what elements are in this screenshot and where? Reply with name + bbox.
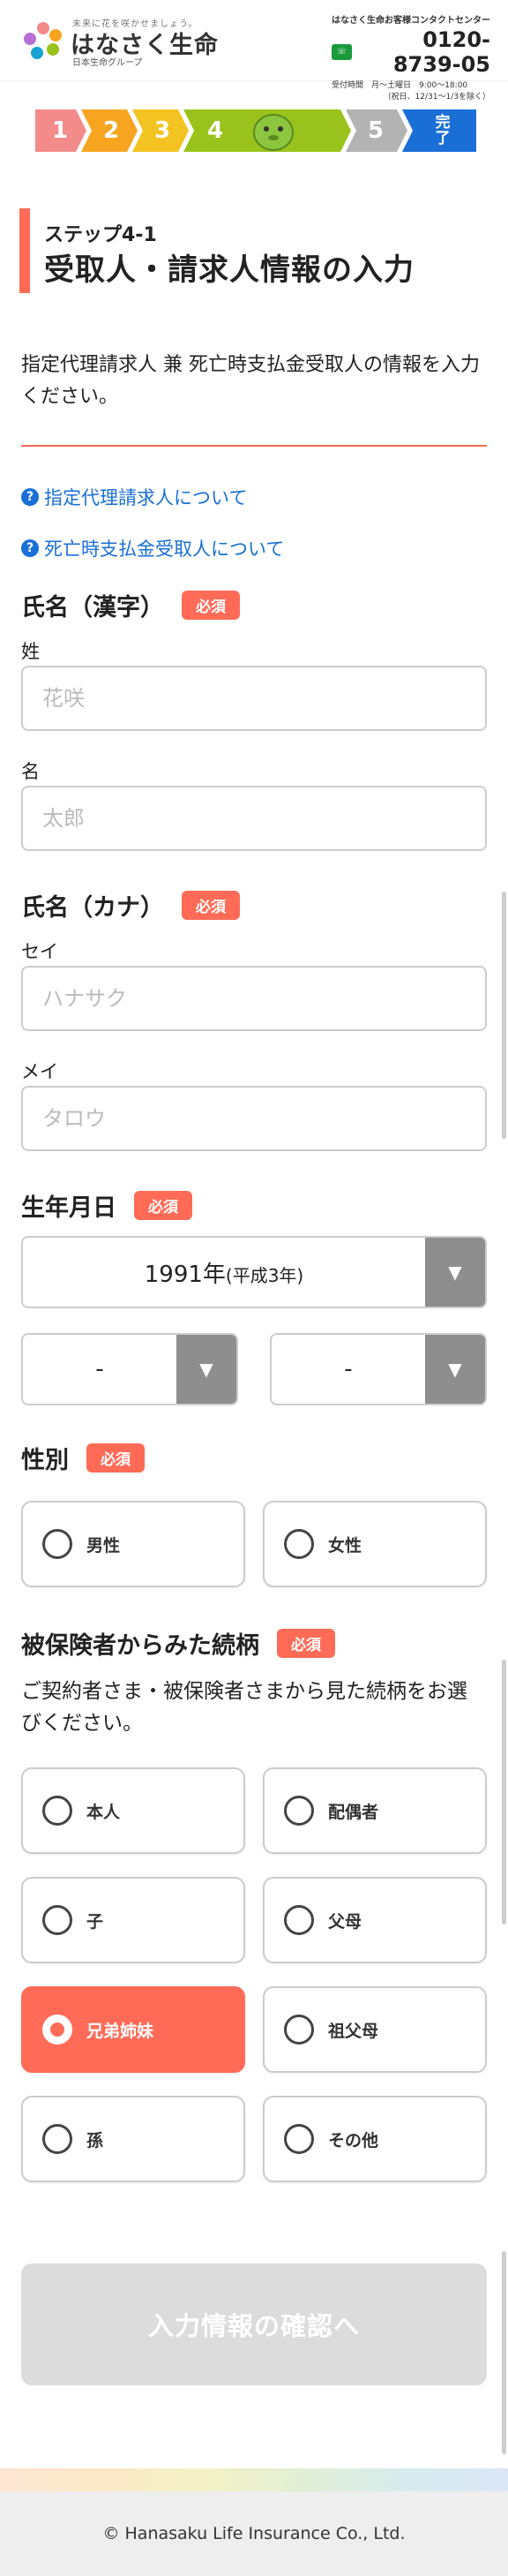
radio-label: 父母 <box>328 1911 362 1932</box>
chevron-down-icon: ▼ <box>425 1238 485 1307</box>
radio-label: 祖父母 <box>328 2021 379 2041</box>
first-name-kana-label: メイ <box>21 1061 58 1082</box>
radio-circle-icon <box>42 2015 72 2045</box>
help-link-label: 指定代理請求人について <box>44 487 248 508</box>
required-badge: 必須 <box>277 1629 335 1658</box>
relationship-option-grandchild[interactable]: 孫 <box>21 2096 245 2182</box>
birthdate-heading: 生年月日 <box>21 1194 116 1222</box>
birth-year-select[interactable]: 1991年(平成3年) ▼ <box>21 1236 487 1308</box>
step-complete: 完了 <box>435 114 451 147</box>
step-label: ステップ4-1 <box>44 224 157 246</box>
help-link-agent[interactable]: ? 指定代理請求人について <box>21 484 247 510</box>
gender-label: 性別 必須 <box>21 1441 145 1475</box>
relationship-option-child[interactable]: 子 <box>21 1877 245 1963</box>
help-link-label: 死亡時支払金受取人について <box>44 539 285 560</box>
section-divider <box>21 445 487 447</box>
mascot-icon <box>253 114 294 151</box>
help-icon: ? <box>21 539 39 557</box>
step-3: 3 <box>153 117 171 144</box>
name-kanji-label: 氏名（漢字） 必須 <box>21 588 240 622</box>
title-accent-bar <box>19 208 30 293</box>
gender-option-female[interactable]: 女性 <box>263 1501 487 1587</box>
confirm-button[interactable]: 入力情報の確認へ <box>21 2263 487 2385</box>
radio-label: 女性 <box>328 1535 362 1555</box>
footer: © Hanasaku Life Insurance Co., Ltd. <box>0 2491 508 2576</box>
footer-stripe <box>0 2468 508 2491</box>
radio-circle-icon <box>42 1905 72 1935</box>
name-kana-heading: 氏名（カナ） <box>21 894 164 922</box>
relationship-heading: 被保険者からみた続柄 <box>21 1632 259 1660</box>
radio-label: 子 <box>86 1911 104 1932</box>
birth-month-select[interactable]: - ▼ <box>21 1333 238 1405</box>
radio-circle-icon <box>284 2124 314 2154</box>
relationship-option-sibling[interactable]: 兄弟姉妹 <box>21 1986 245 2073</box>
business-hours-note: （祝日、12/31〜1/3を除く） <box>383 93 490 102</box>
last-name-kanji-input[interactable] <box>21 666 487 731</box>
name-kana-label: 氏名（カナ） 必須 <box>21 888 240 923</box>
radio-circle-icon <box>42 2124 72 2154</box>
phone-number[interactable]: 0120-8739-05 <box>355 27 490 77</box>
first-name-kanji-input[interactable] <box>21 786 487 851</box>
scrollbar-thumb[interactable] <box>502 2251 506 2454</box>
radio-circle-icon <box>42 1796 72 1826</box>
radio-circle-icon <box>284 2015 314 2045</box>
required-badge: 必須 <box>86 1443 145 1473</box>
page-title: 受取人・請求人情報の入力 <box>44 252 415 288</box>
relationship-option-parent[interactable]: 父母 <box>263 1877 487 1963</box>
chevron-down-icon: ▼ <box>176 1335 236 1404</box>
relationship-option-other[interactable]: その他 <box>263 2096 487 2182</box>
freedial-icon: ☏ <box>332 44 352 60</box>
help-icon: ? <box>21 488 39 506</box>
site-header: 未来に花を咲かせましょう。 はなさく生命 日本生命グループ はなさく生命お客様コ… <box>0 0 508 102</box>
radio-circle-icon <box>42 1529 72 1559</box>
radio-label: 本人 <box>86 1802 121 1822</box>
help-link-beneficiary[interactable]: ? 死亡時支払金受取人について <box>21 535 284 561</box>
step-1: 1 <box>51 117 69 144</box>
birth-day-select[interactable]: - ▼ <box>270 1333 487 1405</box>
last-name-kana-input[interactable] <box>21 966 487 1031</box>
step-4: 4 <box>206 117 224 144</box>
radio-label: 孫 <box>86 2130 104 2150</box>
step-2: 2 <box>102 117 120 144</box>
relationship-option-spouse[interactable]: 配偶者 <box>263 1767 487 1854</box>
radio-label: 兄弟姉妹 <box>86 2021 154 2041</box>
birth-year-value: 1991年(平成3年) <box>144 1261 304 1288</box>
copyright-text: © Hanasaku Life Insurance Co., Ltd. <box>102 2524 406 2543</box>
radio-circle-icon <box>284 1529 314 1559</box>
business-hours: 受付時間 月〜土曜日 9:00〜18:00 <box>332 81 468 90</box>
radio-label: その他 <box>328 2130 379 2150</box>
radio-circle-icon <box>284 1905 314 1935</box>
birth-month-value: - <box>95 1356 104 1382</box>
step-indicator: 1 2 3 4 5 完了 <box>35 109 476 152</box>
scrollbar-thumb[interactable] <box>502 1660 506 1924</box>
step-5: 5 <box>367 117 385 144</box>
required-badge: 必須 <box>182 891 240 920</box>
last-name-label: 姓 <box>21 641 40 662</box>
birthdate-label: 生年月日 必須 <box>21 1188 192 1223</box>
first-name-label: 名 <box>21 761 40 782</box>
name-kanji-heading: 氏名（漢字） <box>21 594 164 621</box>
required-badge: 必須 <box>182 591 240 620</box>
contact-center: はなさく生命お客様コンタクトセンター ☏ 0120-8739-05 受付時間 月… <box>332 12 490 102</box>
radio-label: 配偶者 <box>328 1802 379 1822</box>
intro-text: 指定代理請求人 兼 死亡時支払金受取人の情報を入力ください。 <box>21 354 480 408</box>
relationship-option-self[interactable]: 本人 <box>21 1767 245 1854</box>
first-name-kana-input[interactable] <box>21 1086 487 1151</box>
flower-logo-icon <box>24 22 62 59</box>
last-name-kana-label: セイ <box>21 941 58 962</box>
contact-title: はなさく生命お客様コンタクトセンター <box>332 16 490 26</box>
brand-group: 日本生命グループ <box>72 58 143 68</box>
gender-heading: 性別 <box>21 1447 69 1474</box>
relationship-option-grandparent[interactable]: 祖父母 <box>263 1986 487 2073</box>
relationship-note: ご契約者さま・被保険者さまから見た続柄をお選びください。 <box>21 1680 467 1735</box>
radio-label: 男性 <box>86 1535 121 1555</box>
gender-option-male[interactable]: 男性 <box>21 1501 245 1587</box>
chevron-down-icon: ▼ <box>425 1335 485 1404</box>
birth-day-value: - <box>344 1356 353 1382</box>
relationship-label: 被保険者からみた続柄 必須 <box>21 1626 335 1661</box>
scrollbar-thumb[interactable] <box>502 892 506 1139</box>
radio-circle-icon <box>284 1796 314 1826</box>
required-badge: 必須 <box>134 1191 192 1220</box>
phone-row[interactable]: ☏ 0120-8739-05 <box>332 27 490 77</box>
